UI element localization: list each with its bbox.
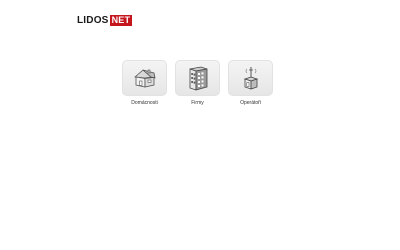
building-icon — [189, 66, 207, 91]
tile-households-label: Domácnosti — [131, 100, 158, 106]
antenna-tower-icon — [243, 67, 258, 90]
tile-households-box[interactable] — [122, 60, 167, 96]
logo-text-accent: NET — [109, 14, 133, 26]
tile-companies-label: Firmy — [191, 100, 204, 106]
tile-companies[interactable]: Firmy — [175, 60, 220, 106]
brand-logo[interactable]: LIDOS NET — [77, 14, 133, 26]
category-tiles: Domácnosti Firmy Operátoři — [122, 60, 273, 106]
logo-text-main: LIDOS — [77, 14, 109, 26]
page: LIDOS NET Domácnosti Firmy Operátoři — [0, 0, 400, 250]
tile-operators-box[interactable] — [228, 60, 273, 96]
tile-operators-label: Operátoři — [240, 100, 261, 106]
house-icon — [133, 69, 156, 88]
tile-operators[interactable]: Operátoři — [228, 60, 273, 106]
tile-companies-box[interactable] — [175, 60, 220, 96]
tile-households[interactable]: Domácnosti — [122, 60, 167, 106]
